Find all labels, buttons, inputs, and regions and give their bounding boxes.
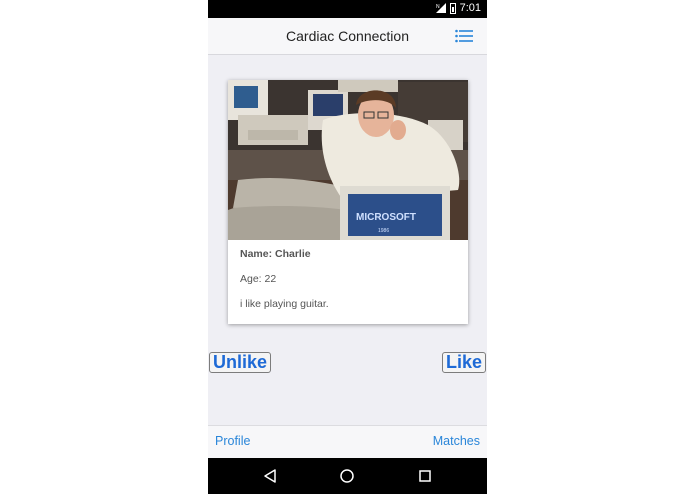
profile-bio: i like playing guitar. bbox=[240, 298, 329, 310]
tab-matches[interactable]: Matches bbox=[433, 434, 480, 448]
bottom-tab-bar: Profile Matches bbox=[208, 425, 487, 459]
tab-profile[interactable]: Profile bbox=[215, 434, 250, 448]
profile-card: MICROSOFT 1986 Name: Charlie Age: 22 i l… bbox=[228, 80, 468, 324]
svg-text:N: N bbox=[436, 4, 440, 10]
page-title: Cardiac Connection bbox=[286, 28, 409, 44]
signal-icon: N bbox=[435, 3, 446, 13]
svg-text:1986: 1986 bbox=[378, 228, 389, 234]
profile-photo: MICROSOFT 1986 bbox=[228, 80, 468, 240]
profile-age: Age: 22 bbox=[240, 273, 277, 285]
home-circle-icon[interactable] bbox=[339, 468, 355, 484]
app-header: Cardiac Connection bbox=[208, 18, 487, 55]
status-bar: N 7:01 bbox=[208, 0, 487, 18]
phone-screen: N 7:01 Cardiac Connection MICROSOFT 1986… bbox=[208, 0, 487, 494]
profile-name: Name: Charlie bbox=[240, 248, 311, 260]
unlike-button[interactable]: Unlike bbox=[209, 352, 272, 373]
back-triangle-icon[interactable] bbox=[262, 468, 278, 484]
list-menu-icon[interactable] bbox=[455, 29, 473, 43]
like-button[interactable]: Like bbox=[441, 352, 486, 373]
status-icons: N 7:01 bbox=[435, 2, 481, 14]
status-time: 7:01 bbox=[459, 2, 481, 14]
recent-square-icon[interactable] bbox=[417, 468, 433, 484]
battery-icon bbox=[449, 2, 456, 14]
system-nav-bar bbox=[208, 458, 487, 494]
svg-text:MICROSOFT: MICROSOFT bbox=[356, 212, 416, 223]
